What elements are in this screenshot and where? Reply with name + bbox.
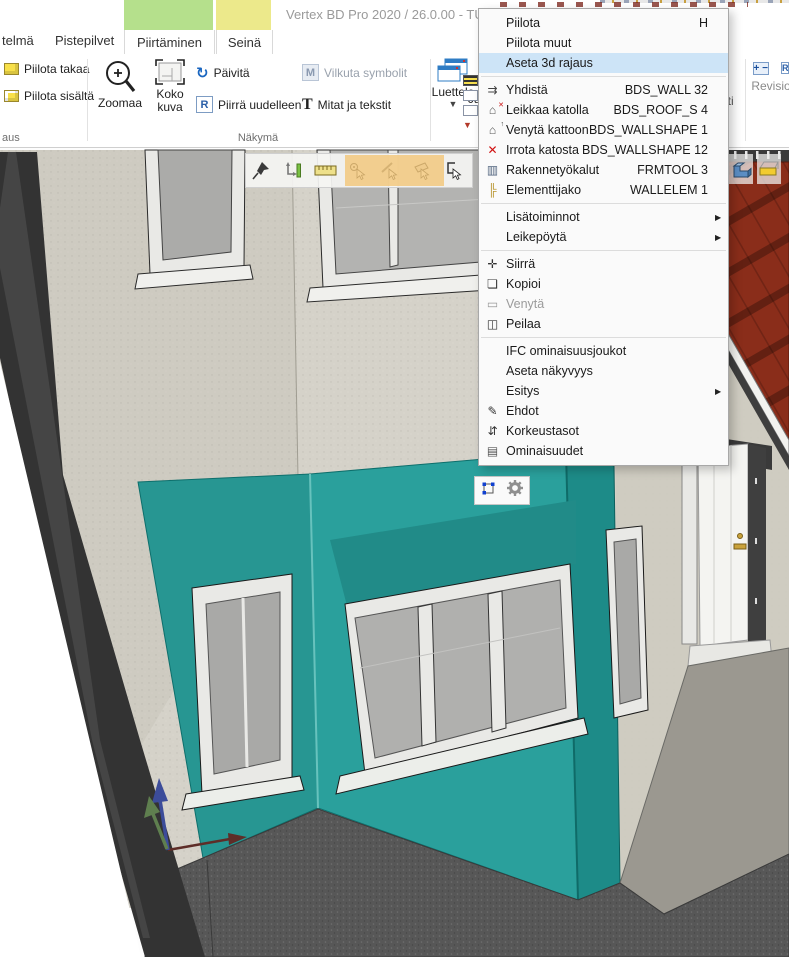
hide-behind-icon — [4, 63, 19, 75]
menu-item-aseta-3d-rajaus[interactable]: Aseta 3d rajaus — [479, 53, 728, 73]
element-division-icon: ╠ — [479, 183, 506, 197]
door-handle — [734, 544, 746, 549]
refresh-button[interactable]: ↻ Päivitä — [196, 64, 250, 82]
revision-button[interactable]: + −R Revisio — [751, 60, 789, 93]
snap-toolbar — [245, 153, 473, 188]
menu-item-aseta-n-kyvyys[interactable]: Aseta näkyvyys — [479, 361, 728, 381]
context-menu: PiilotaHPiilota muutAseta 3d rajaus ⇉Yhdi… — [478, 8, 729, 466]
tab-highlight-yellow — [216, 0, 271, 30]
merge-walls-icon: ⇉ — [479, 83, 506, 97]
menu-item-peilaa[interactable]: ◫Peilaa — [479, 314, 728, 334]
measure-axes-icon[interactable] — [278, 155, 310, 186]
redraw-icon: R — [196, 96, 213, 113]
menu-separator — [481, 203, 726, 204]
mini-toolbar — [474, 476, 530, 505]
hide-inside-icon — [4, 90, 19, 102]
stretch-icon: ▭ — [479, 297, 506, 311]
upper-window-left — [135, 150, 253, 289]
blink-symbols-button: M Vilkuta symbolit — [302, 64, 407, 81]
ruler-icon[interactable] — [310, 155, 342, 186]
elevation-levels-icon: ⇵ — [479, 424, 506, 438]
door-sidelight — [682, 448, 697, 644]
window-title: Vertex BD Pro 2020 / 26.0.00 - TUTO — [286, 7, 502, 22]
fit-view-icon — [154, 58, 186, 88]
clipped-text-strip — [500, 2, 748, 7]
menu-item-irrota-katosta[interactable]: ✕Irrota katostaBDS_WALLSHAPE 12 — [479, 140, 728, 160]
redraw-button[interactable]: R Piirrä uudelleen — [196, 96, 301, 113]
framing-tools-icon: ▥ — [479, 163, 506, 177]
viewport-overlay-icons — [729, 154, 781, 184]
menu-item-elementtijako[interactable]: ╠ElementtijakoWALLELEM 1 — [479, 180, 728, 200]
chevron-down-red-icon[interactable]: ▼ — [463, 120, 478, 130]
panel-icon[interactable] — [463, 90, 478, 101]
properties-icon: ▤ — [479, 444, 506, 458]
detach-from-roof-icon: ✕ — [479, 143, 506, 157]
stretch-to-roof-icon: ⌂↑ — [479, 123, 506, 137]
menu-item-venyt-kattoon[interactable]: ⌂↑Venytä kattoonBDS_WALLSHAPE 1 — [479, 120, 728, 140]
chevron-down-icon: ▼ — [449, 99, 458, 109]
pushpin-icon[interactable] — [246, 155, 278, 186]
panel-icon[interactable] — [463, 105, 478, 116]
menu-item-esitys[interactable]: Esitys▶ — [479, 381, 728, 401]
menu-separator — [481, 250, 726, 251]
zoom-icon — [102, 58, 138, 96]
zoom-button[interactable]: Zoomaa — [94, 58, 146, 110]
menu-item-lis-toiminnot[interactable]: Lisätoiminnot▶ — [479, 207, 728, 227]
cut-by-roof-icon: ⌂✕ — [479, 103, 506, 117]
snap-highlight-band — [345, 155, 444, 186]
submenu-arrow-icon: ▶ — [715, 233, 728, 242]
menu-item-leikkaa-katolla[interactable]: ⌂✕Leikkaa katollaBDS_ROOF_S 4 — [479, 100, 728, 120]
menu-separator — [481, 76, 726, 77]
menu-item-siirr[interactable]: ✛Siirrä — [479, 254, 728, 274]
tab-pistepilvet[interactable]: Pistepilvet — [55, 33, 114, 48]
revision-icon: + −R — [753, 60, 789, 75]
layers-icon[interactable] — [463, 75, 478, 86]
menu-item-kopioi[interactable]: ❏Kopioi — [479, 274, 728, 294]
entrance — [682, 434, 772, 666]
mirror-icon: ◫ — [479, 317, 506, 331]
geometry-points-icon[interactable] — [480, 480, 497, 502]
menu-item-korkeustasot[interactable]: ⇵Korkeustasot — [479, 421, 728, 441]
menu-item-ominaisuudet[interactable]: ▤Ominaisuudet — [479, 441, 728, 461]
tab-partial[interactable]: telmä — [2, 33, 34, 48]
dimensions-icon: T — [302, 96, 313, 114]
side-icon-column: ▼ — [463, 75, 478, 130]
ribbon-separator — [745, 59, 746, 141]
gear-icon[interactable] — [506, 479, 524, 502]
menu-item-venyt: ▭Venytä — [479, 294, 728, 314]
hide-inside-button[interactable]: Piilota sisältä — [4, 89, 94, 103]
hide-behind-button[interactable]: Piilota takaa — [4, 62, 89, 76]
ribbon-separator — [87, 59, 88, 141]
bay-window-structure — [138, 452, 648, 900]
tab-seina[interactable]: Seinä — [216, 30, 273, 54]
menu-item-ehdot[interactable]: ✎Ehdot — [479, 401, 728, 421]
bay-window-right — [606, 526, 648, 718]
group-label-view: Näkymä — [88, 132, 428, 144]
bounding-box-icon[interactable] — [757, 154, 781, 184]
refresh-icon: ↻ — [196, 64, 209, 82]
copy-icon: ❏ — [479, 277, 506, 291]
group-label-partial: aus — [2, 132, 20, 144]
dimensions-texts-button[interactable]: T Mitat ja tekstit — [302, 96, 391, 114]
move-icon: ✛ — [479, 257, 506, 271]
door-frame-dark — [748, 444, 766, 648]
menu-item-leikep-yt[interactable]: Leikepöytä▶ — [479, 227, 728, 247]
conditions-icon: ✎ — [479, 404, 506, 418]
menu-item-ifc-ominaisuusjoukot[interactable]: IFC ominaisuusjoukot — [479, 341, 728, 361]
menu-item-yhdist[interactable]: ⇉YhdistäBDS_WALL 32 — [479, 80, 728, 100]
menu-item-piilota-muut[interactable]: Piilota muut — [479, 33, 728, 53]
menu-item-piilota[interactable]: PiilotaH — [479, 13, 728, 33]
tab-highlight-green — [124, 0, 213, 30]
solid-part-icon[interactable] — [729, 154, 753, 184]
fit-view-button[interactable]: Koko kuva — [149, 58, 191, 114]
blink-symbols-icon: M — [302, 64, 319, 81]
tab-piirtaminen[interactable]: Piirtäminen — [124, 30, 215, 54]
menu-separator — [481, 337, 726, 338]
submenu-arrow-icon: ▶ — [715, 387, 728, 396]
submenu-arrow-icon: ▶ — [715, 213, 728, 222]
menu-item-rakennety-kalut[interactable]: ▥RakennetyökalutFRMTOOL 3 — [479, 160, 728, 180]
